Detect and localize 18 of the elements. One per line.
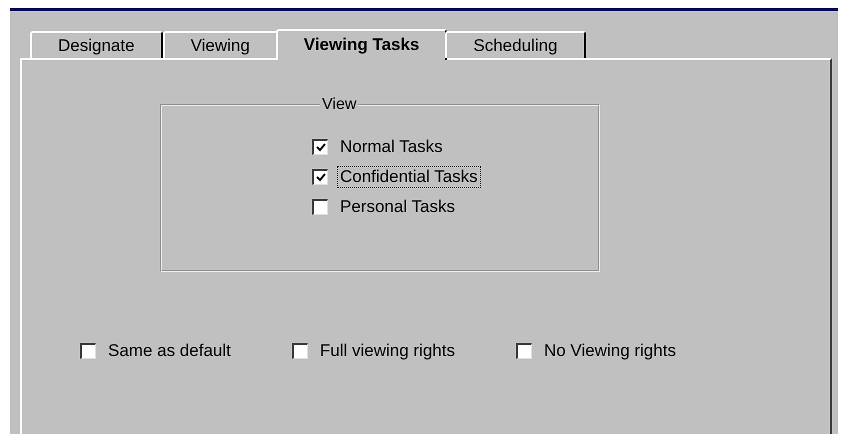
checkbox[interactable]: [80, 343, 96, 359]
checkbox-option[interactable]: No Viewing rights: [516, 340, 679, 362]
checkbox-option[interactable]: Full viewing rights: [292, 340, 458, 362]
tab[interactable]: Designate: [30, 31, 163, 58]
checkbox[interactable]: [312, 169, 328, 185]
checkbox-option[interactable]: Same as default: [80, 340, 234, 362]
tab[interactable]: Viewing Tasks: [276, 29, 448, 60]
tab[interactable]: Viewing: [162, 31, 278, 58]
checkbox[interactable]: [312, 199, 328, 215]
tab[interactable]: Scheduling: [445, 31, 586, 58]
checkmark-icon: [316, 143, 326, 152]
checkbox[interactable]: [312, 139, 328, 155]
checkbox-option[interactable]: Normal Tasks: [312, 136, 598, 158]
checkbox[interactable]: [292, 343, 308, 359]
group-title: View: [321, 96, 358, 114]
checkbox[interactable]: [516, 343, 532, 359]
checkmark-icon: [316, 173, 326, 182]
checkbox-option[interactable]: Personal Tasks: [312, 196, 598, 218]
